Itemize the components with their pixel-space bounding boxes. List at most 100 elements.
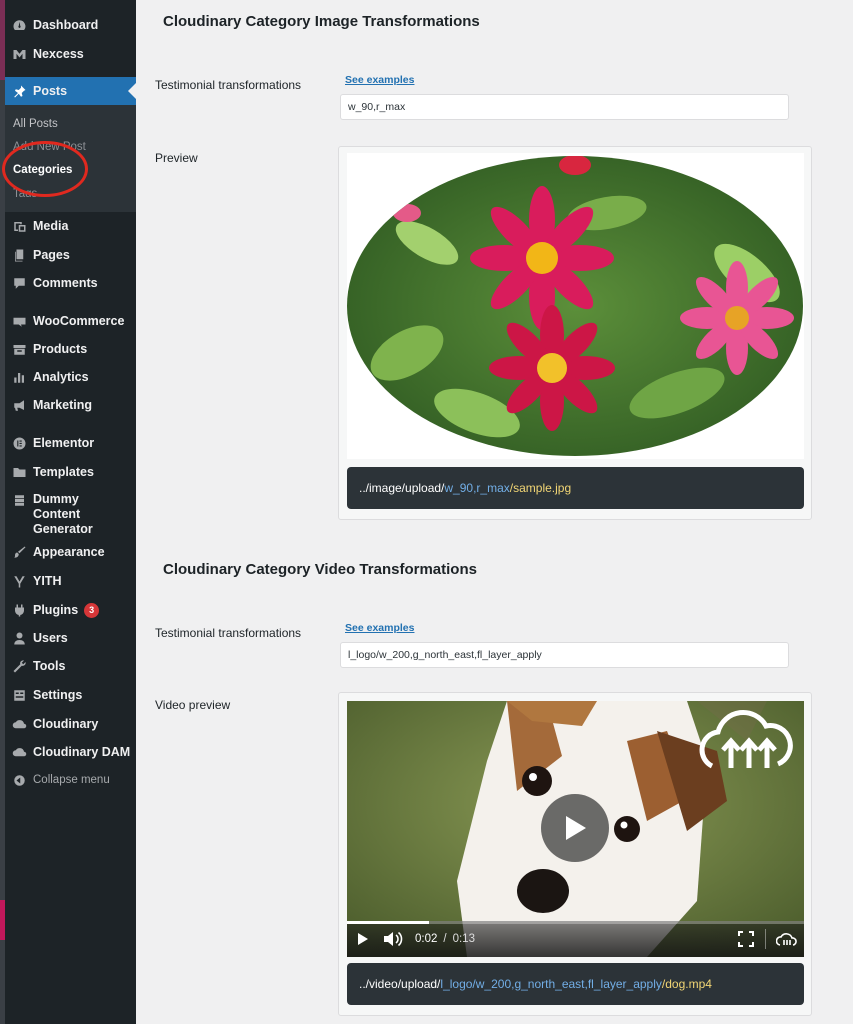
cloudinary-icon <box>5 717 33 732</box>
pages-icon <box>5 248 33 263</box>
time-current: 0:02 <box>415 933 438 945</box>
comments-icon <box>5 276 33 291</box>
video-see-examples-link[interactable]: See examples <box>345 622 414 634</box>
menu-cloudinary[interactable]: Cloudinary <box>5 710 136 738</box>
menu-appearance[interactable]: Appearance <box>5 538 136 566</box>
menu-plugins[interactable]: Plugins 3 <box>5 596 136 624</box>
video-player[interactable]: 0:02 / 0:13 <box>347 701 804 957</box>
menu-label: Posts <box>33 84 68 98</box>
url-prefix: ../video/upload/ <box>359 977 441 991</box>
submenu-tags[interactable]: Tags <box>13 188 37 197</box>
play-icon[interactable] <box>347 932 379 946</box>
posts-submenu: All Posts Add New Post Categories Tags <box>5 105 136 212</box>
menu-label: Cloudinary DAM <box>33 745 131 759</box>
time-separator: / <box>443 933 447 945</box>
big-play-button[interactable] <box>541 794 609 862</box>
submenu-add-new-post[interactable]: Add New Post <box>13 141 86 153</box>
media-icon <box>5 219 33 234</box>
play-icon <box>566 816 586 840</box>
menu-collapse[interactable]: Collapse menu <box>5 766 136 794</box>
folder-icon <box>5 465 33 480</box>
image-section-title: Cloudinary Category Image Transformation… <box>163 13 480 30</box>
menu-label: Collapse menu <box>33 774 110 786</box>
menu-label: Media <box>33 219 69 233</box>
image-see-examples-link[interactable]: See examples <box>345 74 414 86</box>
menu-dashboard[interactable]: Dashboard <box>5 11 136 39</box>
brush-icon <box>5 545 33 560</box>
flower-image <box>347 156 803 456</box>
volume-icon[interactable] <box>379 931 407 947</box>
cloudinary-dam-icon <box>5 745 33 760</box>
url-transformation: l_logo/w_200,g_north_east,fl_layer_apply <box>440 977 662 991</box>
menu-analytics[interactable]: Analytics <box>5 363 136 391</box>
products-icon <box>5 342 33 357</box>
yith-icon <box>5 574 33 589</box>
collapse-icon <box>5 773 33 788</box>
menu-settings[interactable]: Settings <box>5 681 136 709</box>
video-section-title: Cloudinary Category Video Transformation… <box>163 561 477 578</box>
menu-elementor[interactable]: Elementor <box>5 429 136 457</box>
woocommerce-icon <box>5 314 33 329</box>
menu-label: YITH <box>33 574 62 588</box>
pin-icon <box>5 84 33 99</box>
dashboard-icon <box>5 18 33 33</box>
video-transform-input[interactable]: l_logo/w_200,g_north_east,fl_layer_apply <box>340 642 789 668</box>
menu-label: Dashboard <box>33 18 99 32</box>
image-url-preview: ../image/upload/w_90,r_max/sample.jpg <box>347 467 804 509</box>
submenu-categories[interactable]: Categories <box>13 164 72 176</box>
menu-label: Comments <box>33 276 98 290</box>
menu-dummy-content-generator[interactable]: Dummy Content Generator <box>5 492 136 536</box>
menu-label: Cloudinary <box>33 717 99 731</box>
menu-comments[interactable]: Comments <box>5 269 136 297</box>
image-preview-box: ../image/upload/w_90,r_max/sample.jpg <box>338 146 812 520</box>
analytics-icon <box>5 370 33 385</box>
menu-marketing[interactable]: Marketing <box>5 391 136 419</box>
menu-posts[interactable]: Posts <box>5 77 136 105</box>
url-transformation: w_90,r_max <box>444 481 510 495</box>
menu-label: Pages <box>33 248 70 262</box>
elementor-icon <box>5 436 33 451</box>
menu-label: Marketing <box>33 398 93 412</box>
wrench-icon <box>5 659 33 674</box>
plugins-update-badge: 3 <box>84 602 100 618</box>
menu-woocommerce[interactable]: WooCommerce <box>5 307 136 335</box>
url-filename: /dog.mp4 <box>661 977 712 991</box>
menu-yith[interactable]: YITH <box>5 567 136 595</box>
menu-label: Dummy Content Generator <box>33 492 93 536</box>
video-preview-box: 0:02 / 0:13 ../video/upload/l_logo/w_200… <box>338 692 812 1016</box>
video-control-bar: 0:02 / 0:13 <box>347 921 804 957</box>
image-preview-frame <box>347 153 804 459</box>
menu-label: Plugins <box>33 603 79 617</box>
video-progress-fill <box>347 921 430 924</box>
menu-cloudinary-dam[interactable]: Cloudinary DAM <box>5 738 136 766</box>
menu-products[interactable]: Products <box>5 335 136 363</box>
menu-label: Products <box>33 342 88 356</box>
menu-media[interactable]: Media <box>5 212 136 240</box>
menu-tools[interactable]: Tools <box>5 652 136 680</box>
menu-pages[interactable]: Pages <box>5 241 136 269</box>
submenu-all-posts[interactable]: All Posts <box>13 118 58 130</box>
database-icon <box>5 492 33 508</box>
video-preview-label: Video preview <box>155 698 231 712</box>
image-transform-input[interactable]: w_90,r_max <box>340 94 789 120</box>
users-icon <box>5 631 33 646</box>
menu-label: Users <box>33 631 68 645</box>
menu-users[interactable]: Users <box>5 624 136 652</box>
fullscreen-icon[interactable] <box>731 931 761 947</box>
video-progress-bar[interactable] <box>347 921 804 924</box>
menu-label: Tools <box>33 659 66 673</box>
admin-sidebar: Dashboard Nexcess Posts All Posts Add Ne… <box>5 0 136 1024</box>
menu-label: Elementor <box>33 436 95 450</box>
menu-templates[interactable]: Templates <box>5 458 136 486</box>
menu-label: Appearance <box>33 545 105 559</box>
video-transform-label: Testimonial transformations <box>155 626 302 640</box>
cloudinary-logo-icon[interactable] <box>770 932 804 947</box>
control-divider <box>765 929 766 949</box>
video-url-preview: ../video/upload/l_logo/w_200,g_north_eas… <box>347 963 804 1005</box>
megaphone-icon <box>5 398 33 413</box>
image-preview-label: Preview <box>155 151 198 165</box>
url-filename: /sample.jpg <box>509 481 572 495</box>
menu-label: Nexcess <box>33 47 84 61</box>
menu-nexcess[interactable]: Nexcess <box>5 40 136 68</box>
menu-label: Settings <box>33 688 83 702</box>
